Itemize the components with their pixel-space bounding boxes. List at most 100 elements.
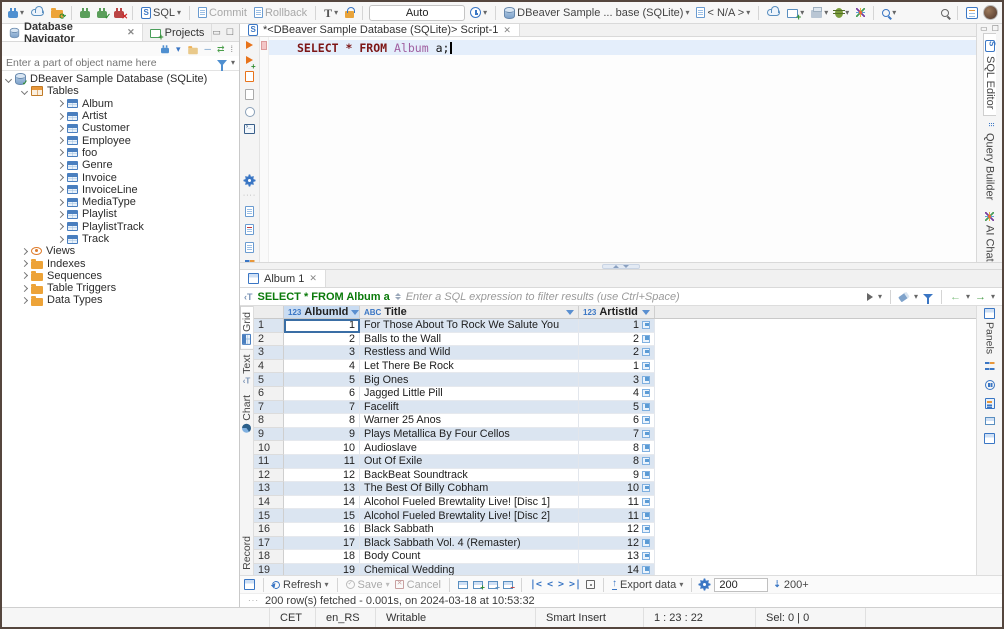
tab-database-navigator[interactable]: Database Navigator ✕ xyxy=(2,24,143,41)
status-menu-icon[interactable]: ··· xyxy=(248,596,259,605)
cell-albumid[interactable]: 10 xyxy=(284,441,360,455)
foreign-key-link-icon[interactable] xyxy=(642,444,650,452)
open-connection-folder-button[interactable] xyxy=(49,6,65,19)
foreign-key-link-icon[interactable] xyxy=(642,416,650,424)
cell-artistid[interactable]: 1 xyxy=(579,319,655,333)
collapse-all-icon[interactable]: ─ xyxy=(205,45,211,54)
table-row[interactable]: 1313The Best Of Billy Cobham10 xyxy=(254,482,976,496)
cell-artistid[interactable]: 14 xyxy=(579,564,655,575)
sql-terminal-button[interactable] xyxy=(244,124,255,134)
tab-query-builder[interactable]: ⠿Query Builder xyxy=(984,116,996,205)
result-settings-icon[interactable] xyxy=(700,580,709,589)
row-number[interactable]: 11 xyxy=(254,455,284,469)
debug-button[interactable]: ▾ xyxy=(833,7,851,19)
tasks-button[interactable] xyxy=(854,7,867,18)
sql-code-area[interactable]: SELECT * FROM Album a; xyxy=(269,37,976,270)
metadata-panel-icon[interactable] xyxy=(985,417,995,425)
foreign-key-link-icon[interactable] xyxy=(642,512,650,520)
sash-grip[interactable] xyxy=(602,264,640,269)
tree-item-album[interactable]: Album xyxy=(2,98,239,110)
cell-albumid[interactable]: 7 xyxy=(284,401,360,415)
table-row[interactable]: 44Let There Be Rock1 xyxy=(254,360,976,374)
cell-title[interactable]: Big Ones xyxy=(360,373,579,387)
add-row-icon[interactable] xyxy=(473,581,483,589)
first-row-icon[interactable]: |< xyxy=(530,579,542,590)
insert-mode-status[interactable]: Smart Insert xyxy=(536,608,644,627)
row-number[interactable]: 1 xyxy=(254,319,284,333)
tab-script-1[interactable]: *<DBeaver Sample Database (SQLite)> Scri… xyxy=(240,24,520,36)
script-doc-icon[interactable] xyxy=(245,206,254,217)
user-avatar[interactable] xyxy=(983,5,998,20)
table-row[interactable]: 22Balls to the Wall2 xyxy=(254,333,976,347)
tree-item-mediatype[interactable]: MediaType xyxy=(2,196,239,208)
script-output-icon[interactable] xyxy=(245,242,254,253)
explain-plan-button[interactable] xyxy=(245,107,255,117)
foreign-key-link-icon[interactable] xyxy=(642,348,650,356)
maximize-panel-icon[interactable]: ☐ xyxy=(226,27,234,38)
tree-item-table-triggers[interactable]: Table Triggers xyxy=(2,282,239,294)
chevron-right-icon[interactable] xyxy=(57,112,64,119)
row-number[interactable]: 7 xyxy=(254,401,284,415)
new-folder-icon[interactable] xyxy=(188,47,198,53)
chevron-right-icon[interactable] xyxy=(57,137,64,144)
cancel-button[interactable]: Cancel xyxy=(395,579,441,591)
lock-button[interactable] xyxy=(343,6,356,19)
foreign-key-link-icon[interactable] xyxy=(642,403,650,411)
column-header-albumid[interactable]: 123 AlbumId xyxy=(284,306,360,318)
tree-item-indexes[interactable]: Indexes xyxy=(2,257,239,269)
filter-settings-icon[interactable] xyxy=(923,294,933,299)
chevron-right-icon[interactable] xyxy=(57,100,64,107)
tab-record[interactable]: Record xyxy=(241,531,253,575)
row-number[interactable]: 3 xyxy=(254,346,284,360)
chevron-down-icon[interactable]: ▾ xyxy=(966,293,970,301)
cell-title[interactable]: Alcohol Fueled Brewtality Live! [Disc 1] xyxy=(360,496,579,510)
chevron-down-icon[interactable]: ▾ xyxy=(991,293,995,301)
references-panel-icon[interactable] xyxy=(984,433,995,444)
cell-artistid[interactable]: 4 xyxy=(579,387,655,401)
calc-panel-icon[interactable] xyxy=(985,398,995,409)
table-row[interactable]: 1717Black Sabbath Vol. 4 (Remaster)12 xyxy=(254,537,976,551)
tree-item-views[interactable]: Views xyxy=(2,245,239,257)
print-button[interactable]: ▾ xyxy=(809,6,830,19)
chevron-right-icon[interactable] xyxy=(21,297,28,304)
tree-item-genre[interactable]: Genre xyxy=(2,159,239,171)
cell-artistid[interactable]: 11 xyxy=(579,496,655,510)
cell-albumid[interactable]: 2 xyxy=(284,333,360,347)
row-number[interactable]: 14 xyxy=(254,496,284,510)
go-to-row-icon[interactable] xyxy=(586,580,595,589)
cell-artistid[interactable]: 12 xyxy=(579,523,655,537)
close-icon[interactable]: ✕ xyxy=(503,25,511,36)
cell-artistid[interactable]: 2 xyxy=(579,333,655,347)
chevron-down-icon[interactable]: ▾ xyxy=(878,293,882,301)
filter-expression-input[interactable]: Enter a SQL expression to filter results… xyxy=(406,291,862,303)
cell-title[interactable]: Black Sabbath xyxy=(360,523,579,537)
duplicate-row-icon[interactable] xyxy=(488,581,498,589)
cell-albumid[interactable]: 8 xyxy=(284,414,360,428)
tab-grid[interactable]: Grid xyxy=(240,306,253,350)
cell-albumid[interactable]: 15 xyxy=(284,509,360,523)
chevron-right-icon[interactable] xyxy=(21,248,28,255)
cell-albumid[interactable]: 12 xyxy=(284,469,360,483)
foreign-key-link-icon[interactable] xyxy=(642,335,650,343)
cell-artistid[interactable]: 5 xyxy=(579,401,655,415)
row-number[interactable]: 2 xyxy=(254,333,284,347)
cell-albumid[interactable]: 18 xyxy=(284,550,360,564)
next-row-icon[interactable]: > xyxy=(558,579,564,590)
table-row[interactable]: 77Facelift5 xyxy=(254,401,976,415)
cell-artistid[interactable]: 7 xyxy=(579,428,655,442)
cell-albumid[interactable]: 5 xyxy=(284,373,360,387)
table-row[interactable]: 1515Alcohol Fueled Brewtality Live! [Dis… xyxy=(254,509,976,523)
table-row[interactable]: 55Big Ones3 xyxy=(254,373,976,387)
chevron-down-icon[interactable] xyxy=(5,76,12,83)
cell-albumid[interactable]: 9 xyxy=(284,428,360,442)
row-number[interactable]: 9 xyxy=(254,428,284,442)
fetch-all-button[interactable]: ⇣200+ xyxy=(773,579,808,591)
tree-item-playlisttrack[interactable]: PlaylistTrack xyxy=(2,221,239,233)
chevron-right-icon[interactable] xyxy=(57,186,64,193)
chevron-down-icon[interactable]: ▾ xyxy=(914,293,918,301)
tree-item-customer[interactable]: Customer xyxy=(2,122,239,134)
execute-new-tab-button[interactable] xyxy=(246,56,253,64)
row-number[interactable]: 8 xyxy=(254,414,284,428)
chevron-down-icon[interactable]: ▾ xyxy=(176,45,181,54)
cell-artistid[interactable]: 13 xyxy=(579,550,655,564)
